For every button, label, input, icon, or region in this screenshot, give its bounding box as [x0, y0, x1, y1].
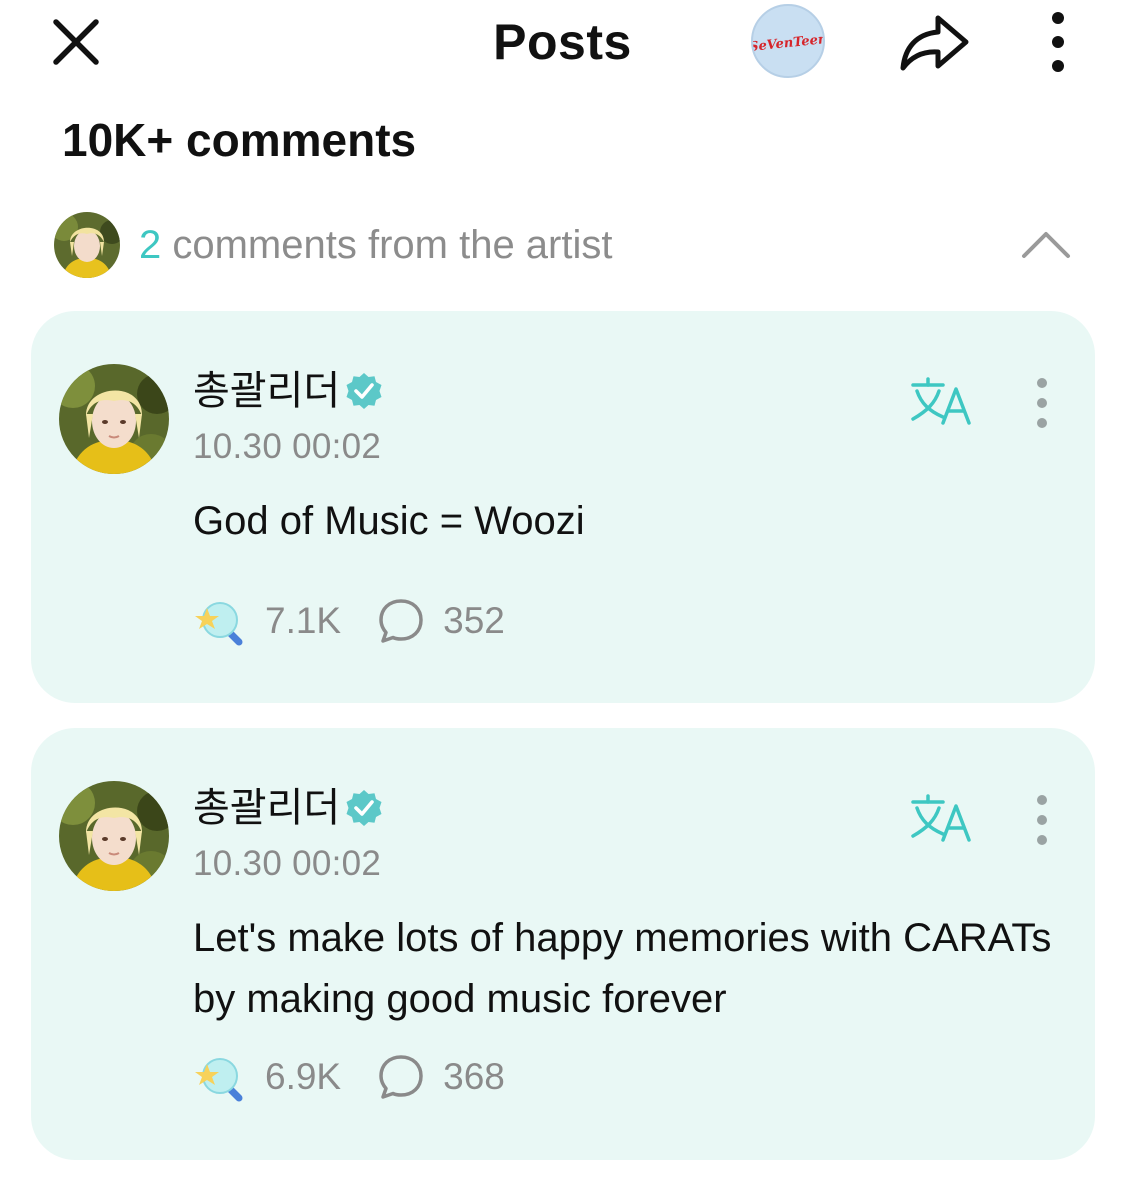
artist-comments-toggle[interactable]: 2 comments from the artist [54, 210, 1074, 280]
speech-bubble-icon [379, 599, 423, 643]
posts-page: Posts SeVenTeen 10K+ comments 2 comments… [0, 0, 1125, 1186]
reply-button[interactable]: 368 [377, 1052, 505, 1102]
translate-button[interactable] [909, 792, 975, 844]
share-button[interactable] [896, 10, 972, 76]
reply-count: 352 [443, 600, 505, 641]
svg-text:SeVenTeen: SeVenTeen [753, 32, 823, 55]
artist-avatar [54, 212, 120, 278]
comment-stats: 7.1K 352 [193, 596, 505, 646]
comment-timestamp: 10.30 00:02 [193, 844, 382, 883]
comment-more-button[interactable] [1027, 377, 1057, 429]
translate-icon [911, 377, 971, 425]
lightstick-like-icon [195, 1058, 243, 1102]
seventeen-logo: SeVenTeen [753, 32, 823, 55]
author-name: 총괄리더 [193, 369, 341, 413]
comments-count: 10K+ comments [62, 114, 417, 166]
comment-more-button[interactable] [1027, 794, 1057, 846]
comment-stats: 6.9K 368 [193, 1052, 505, 1102]
share-icon [900, 15, 969, 71]
chevron-up-icon [1022, 232, 1070, 258]
author-avatar[interactable] [59, 781, 169, 891]
comment-timestamp: 10.30 00:02 [193, 427, 382, 466]
verified-badge-icon [346, 790, 382, 826]
artist-comments-text: comments from the artist [161, 223, 613, 267]
like-count: 7.1K [265, 600, 342, 641]
more-vertical-icon [1052, 12, 1064, 72]
speech-bubble-icon [379, 1055, 423, 1099]
comment-text: Let's make lots of happy memories with C… [193, 916, 1052, 1021]
author-name: 총괄리더 [193, 786, 341, 830]
top-bar: Posts SeVenTeen [0, 0, 1125, 90]
artist-comment-card: 총괄리더 10.30 00:02 God of Music = Woozi 7.… [31, 311, 1095, 703]
reply-count: 368 [443, 1056, 505, 1097]
author-name-row[interactable]: 총괄리더 [193, 783, 384, 833]
artist-comments-count: 2 [139, 223, 162, 267]
like-button[interactable]: 7.1K [193, 596, 341, 646]
like-button[interactable]: 6.9K [193, 1052, 341, 1102]
comment-text: God of Music = Woozi [193, 499, 585, 543]
more-vertical-icon [1037, 378, 1047, 428]
artist-comment-card: 총괄리더 10.30 00:02 Let's make lots of happ… [31, 728, 1095, 1160]
more-vertical-icon [1037, 795, 1047, 845]
lightstick-like-icon [195, 602, 243, 646]
author-name-row[interactable]: 총괄리더 [193, 366, 384, 416]
more-options-button[interactable] [1038, 10, 1078, 74]
translate-icon [911, 794, 971, 842]
translate-button[interactable] [909, 375, 975, 427]
verified-badge-icon [346, 373, 382, 409]
like-count: 6.9K [265, 1056, 342, 1097]
author-avatar[interactable] [59, 364, 169, 474]
reply-button[interactable]: 352 [377, 596, 505, 646]
community-logo-button[interactable]: SeVenTeen [751, 4, 825, 78]
artist-comments-label: 2 comments from the artist [139, 220, 612, 270]
